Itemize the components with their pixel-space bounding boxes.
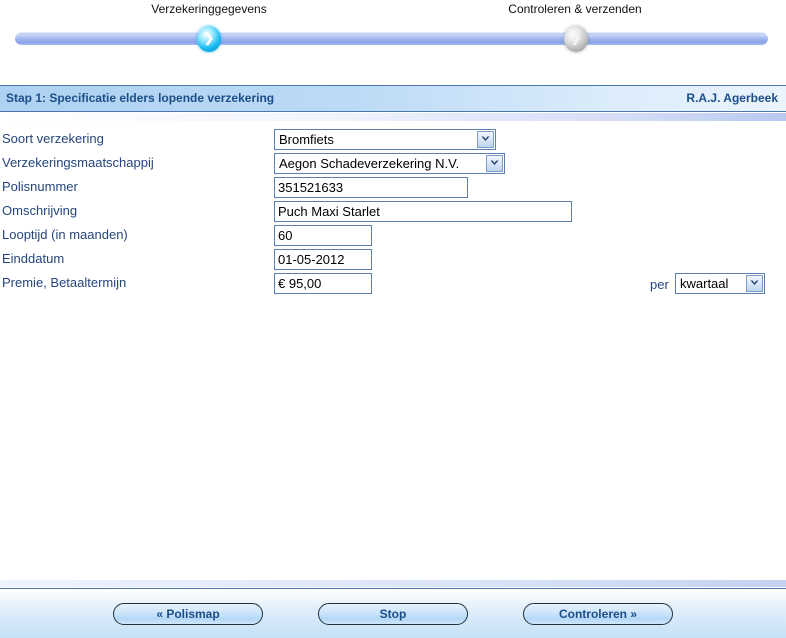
insurance-specification-form: Soort verzekering Bromfiets Verzekerings…: [0, 129, 786, 297]
select-betaaltermijn-value: kwartaal: [680, 276, 729, 291]
form-row-premie-betaaltermijn: Premie, Betaaltermijn per kwartaal: [0, 273, 786, 297]
form-row-polisnummer: Polisnummer: [0, 177, 786, 201]
wizard-step-marker-inactive[interactable]: ❯: [564, 26, 588, 52]
form-row-verzekeringsmaatschappij: Verzekeringsmaatschappij Aegon Schadever…: [0, 153, 786, 177]
wizard-track: [15, 32, 768, 45]
form-row-soort-verzekering: Soort verzekering Bromfiets: [0, 129, 786, 153]
polisnummer-input[interactable]: [274, 177, 468, 198]
looptijd-input[interactable]: [274, 225, 372, 246]
wizard-step-label-verzekeringgegevens: Verzekeringgegevens: [151, 2, 267, 16]
form-row-looptijd: Looptijd (in maanden): [0, 225, 786, 249]
label-polisnummer: Polisnummer: [2, 179, 78, 194]
header-gradient-strip: [0, 113, 786, 121]
premie-separator-label: per: [650, 277, 669, 292]
wizard-progress-bar: Verzekeringgegevens Controleren & verzen…: [0, 0, 786, 62]
chevron-down-icon[interactable]: [486, 155, 503, 172]
footer-button-bar: « Polismap Stop Controleren »: [0, 589, 786, 638]
label-premie-betaaltermijn: Premie, Betaaltermijn: [2, 275, 127, 290]
field-wrap-premie-betaaltermijn: per kwartaal: [274, 273, 765, 294]
form-row-omschrijving: Omschrijving: [0, 201, 786, 225]
select-soort-verzekering-value: Bromfiets: [279, 132, 334, 147]
chevron-right-icon: ❯: [570, 31, 582, 45]
wizard-step-label-controleren-verzenden: Controleren & verzenden: [508, 2, 642, 16]
field-wrap-soort-verzekering: Bromfiets: [274, 129, 496, 150]
select-betaaltermijn[interactable]: kwartaal: [675, 273, 765, 294]
footer-gradient-strip: [0, 580, 786, 587]
select-soort-verzekering[interactable]: Bromfiets: [274, 129, 496, 150]
form-row-einddatum: Einddatum: [0, 249, 786, 273]
field-wrap-polisnummer: [274, 177, 468, 198]
field-wrap-einddatum: [274, 249, 372, 270]
field-wrap-verzekeringsmaatschappij: Aegon Schadeverzekering N.V.: [274, 153, 505, 174]
label-einddatum: Einddatum: [2, 251, 65, 266]
section-header-bar: Stap 1: Specificatie elders lopende verz…: [0, 86, 786, 112]
page-title: Stap 1: Specificatie elders lopende verz…: [6, 91, 275, 105]
controleren-button[interactable]: Controleren »: [523, 603, 673, 625]
label-omschrijving: Omschrijving: [2, 203, 78, 218]
omschrijving-input[interactable]: [274, 201, 572, 222]
select-verzekeringsmaatschappij[interactable]: Aegon Schadeverzekering N.V.: [274, 153, 505, 174]
label-looptijd: Looptijd (in maanden): [2, 227, 128, 242]
current-user-label: R.A.J. Agerbeek: [686, 91, 778, 105]
einddatum-input[interactable]: [274, 249, 372, 270]
label-soort-verzekering: Soort verzekering: [2, 131, 104, 146]
label-verzekeringsmaatschappij: Verzekeringsmaatschappij: [2, 155, 154, 170]
polismap-button[interactable]: « Polismap: [113, 603, 263, 625]
field-wrap-omschrijving: [274, 201, 572, 222]
chevron-down-icon[interactable]: [477, 131, 494, 148]
stop-button[interactable]: Stop: [318, 603, 468, 625]
field-wrap-looptijd: [274, 225, 372, 246]
chevron-right-icon: ❯: [203, 31, 215, 45]
wizard-step-marker-active[interactable]: ❯: [197, 26, 221, 52]
select-verzekeringsmaatschappij-value: Aegon Schadeverzekering N.V.: [279, 156, 460, 171]
premie-input[interactable]: [274, 273, 372, 294]
chevron-down-icon[interactable]: [746, 275, 763, 292]
